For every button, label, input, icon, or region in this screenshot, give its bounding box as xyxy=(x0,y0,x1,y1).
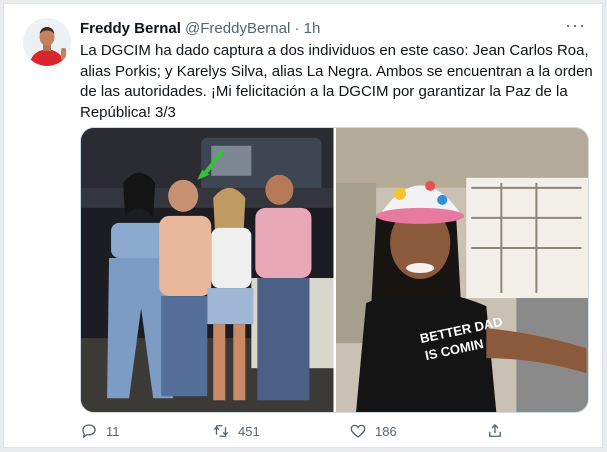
tweet-card[interactable]: Freddy Bernal @FreddyBernal · 1h ··· La … xyxy=(3,3,603,448)
photo-right[interactable]: BETTER DAD IS COMIN xyxy=(335,128,588,412)
photo-left-image xyxy=(81,128,334,412)
retweet-count: 451 xyxy=(238,423,260,439)
separator: · xyxy=(294,20,300,37)
handle[interactable]: @FreddyBernal xyxy=(185,20,290,37)
photo-left[interactable] xyxy=(81,128,334,412)
retweet-button[interactable]: 451 xyxy=(212,422,260,440)
like-count: 186 xyxy=(375,423,397,439)
share-icon xyxy=(489,424,501,437)
tweet-actions: 11 451 186 xyxy=(80,422,510,444)
display-name[interactable]: Freddy Bernal xyxy=(80,20,181,37)
reply-button[interactable]: 11 xyxy=(80,422,120,440)
tweet-header: Freddy Bernal @FreddyBernal · 1h ··· xyxy=(80,15,586,41)
tweet-text: La DGCIM ha dado captura a dos individuo… xyxy=(80,42,593,121)
more-icon[interactable]: ··· xyxy=(565,15,586,35)
reply-icon xyxy=(82,424,96,439)
like-icon xyxy=(350,424,366,438)
photo-right-image: BETTER DAD IS COMIN xyxy=(335,128,588,412)
retweet-icon xyxy=(213,425,229,437)
media-grid: BETTER DAD IS COMIN xyxy=(80,127,589,413)
avatar-image xyxy=(23,18,71,66)
avatar[interactable] xyxy=(23,18,71,66)
reply-count: 11 xyxy=(106,423,120,439)
like-button[interactable]: 186 xyxy=(349,422,397,440)
share-button[interactable] xyxy=(486,422,504,440)
timestamp[interactable]: 1h xyxy=(304,20,321,37)
